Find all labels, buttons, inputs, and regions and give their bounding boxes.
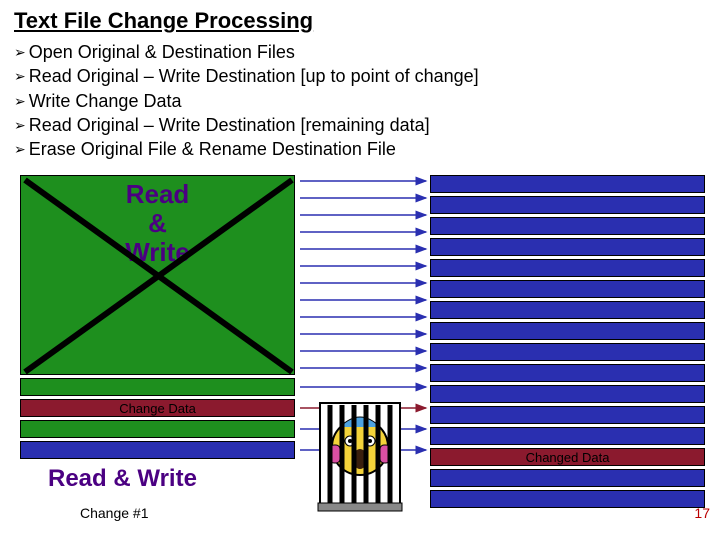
left-stripe [20, 378, 295, 396]
right-stripe [430, 406, 705, 424]
right-stripe [430, 217, 705, 235]
bullet-icon: ➢ [14, 92, 26, 111]
right-stripe [430, 196, 705, 214]
bullet-text: Write Change Data [29, 89, 182, 113]
page-title: Text File Change Processing [0, 0, 720, 38]
original-file-block: Read & Write [20, 175, 295, 375]
left-stripe [20, 441, 295, 459]
changed-data-label: Changed Data [431, 449, 704, 465]
page-number: 17 [694, 505, 710, 521]
bullet-item: ➢Erase Original File & Rename Destinatio… [14, 137, 720, 161]
right-stripe [430, 385, 705, 403]
right-stripe [430, 259, 705, 277]
right-stripe [430, 364, 705, 382]
changed-data-stripe: Changed Data [430, 448, 705, 466]
bullet-list: ➢Open Original & Destination Files ➢Read… [0, 38, 720, 167]
bullet-icon: ➢ [14, 43, 26, 62]
right-stripe [430, 301, 705, 319]
right-stripe [430, 469, 705, 487]
bullet-item: ➢Read Original – Write Destination [up t… [14, 64, 720, 88]
bullet-text: Open Original & Destination Files [29, 40, 295, 64]
bullet-text: Read Original – Write Destination [remai… [29, 113, 430, 137]
bullet-icon: ➢ [14, 140, 26, 159]
right-stripe [430, 175, 705, 193]
bullet-text: Read Original – Write Destination [up to… [29, 64, 479, 88]
left-stack: Read & Write Change Data Read & Write [20, 175, 295, 493]
bullet-text: Erase Original File & Rename Destination… [29, 137, 396, 161]
bullet-item: ➢Read Original – Write Destination [rema… [14, 113, 720, 137]
right-stack: Changed Data [430, 175, 705, 508]
right-stripe [430, 343, 705, 361]
left-stripe [20, 420, 295, 438]
bullet-icon: ➢ [14, 116, 26, 135]
read-write-bottom-label: Read & Write [20, 459, 295, 493]
right-stripe [430, 322, 705, 340]
bullet-item: ➢Write Change Data [14, 89, 720, 113]
bullet-item: ➢Open Original & Destination Files [14, 40, 720, 64]
right-stripe [430, 238, 705, 256]
right-stripe [430, 280, 705, 298]
change-data-stripe: Change Data [20, 399, 295, 417]
caption-label: Change #1 [80, 505, 149, 521]
diagram-area: Read & Write Change Data Read & Write [0, 167, 720, 527]
bullet-icon: ➢ [14, 67, 26, 86]
right-stripe [430, 427, 705, 445]
right-stripe [430, 490, 705, 508]
change-data-label: Change Data [21, 400, 294, 416]
prisoner-cartoon-icon [300, 397, 420, 517]
cross-out-icon [21, 176, 296, 376]
